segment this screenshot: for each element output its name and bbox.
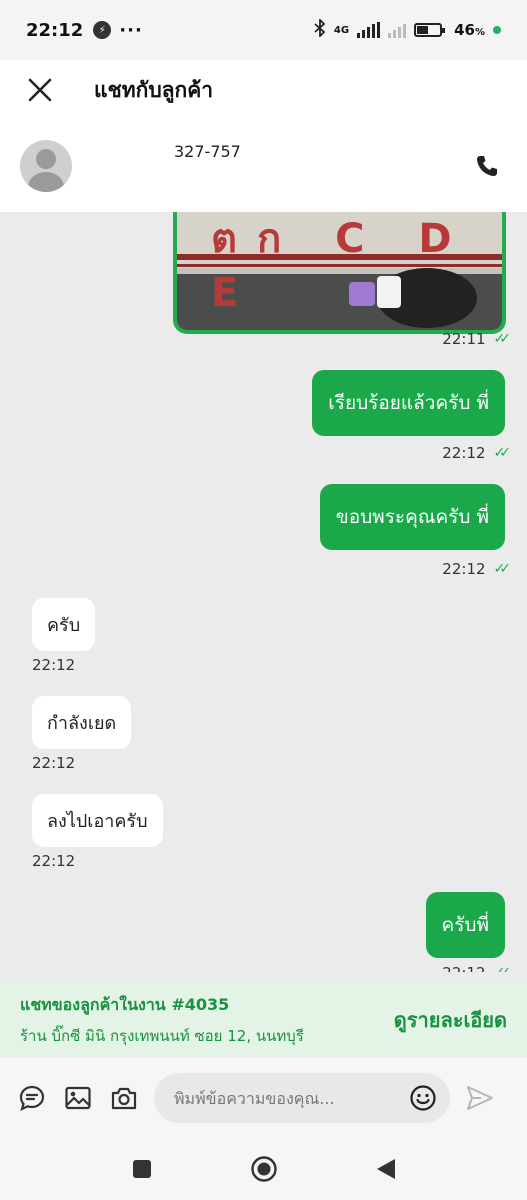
send-icon — [467, 1086, 493, 1110]
chat-messages[interactable]: ตก C D E 22:11 ✓✓ เรียบร้อยแล้วครับ พี่ 2… — [0, 212, 527, 972]
close-button[interactable] — [0, 60, 80, 120]
phone-icon — [477, 156, 497, 176]
nav-home-button[interactable] — [249, 1154, 279, 1184]
job-title: แชทของลูกค้าในงาน #4035 — [20, 994, 230, 1014]
message-input[interactable] — [174, 1088, 408, 1108]
privacy-dot — [493, 26, 501, 34]
message-time: 22:11 ✓✓ — [442, 330, 512, 348]
signal-icon — [357, 22, 381, 38]
message-time: 22:12✓✓ — [442, 444, 512, 462]
message-time: 22:12 — [32, 754, 76, 772]
signal-secondary-icon — [388, 22, 407, 38]
contact-row: 327-757 — [0, 120, 527, 212]
network-type: 4G — [333, 24, 350, 36]
read-ticks-icon: ✓✓ — [493, 445, 512, 461]
message-time: 22:12 — [32, 656, 76, 674]
chat-bubble-icon — [19, 1085, 45, 1112]
message-input-wrapper — [154, 1073, 450, 1123]
read-ticks-icon: ✓✓ — [494, 965, 512, 972]
emoji-icon — [410, 1085, 436, 1111]
nav-recents-button[interactable] — [127, 1154, 157, 1184]
job-banner: แชทของลูกค้าในงาน #4035 ร้าน บิ๊กซี มินิ… — [0, 982, 527, 1058]
quick-reply-button[interactable] — [12, 1078, 52, 1118]
contact-phone: 327-757 — [98, 131, 241, 188]
send-button[interactable] — [460, 1078, 500, 1118]
outgoing-message[interactable]: เรียบร้อยแล้วครับ พี่ — [312, 370, 505, 436]
status-bar: 22:12 ⚡ ··· 4G 46% — [0, 0, 527, 60]
camera-button[interactable] — [104, 1078, 144, 1118]
outgoing-message[interactable]: ขอบพระคุณครับ พี่ — [319, 484, 505, 550]
camera-icon — [111, 1087, 137, 1110]
read-ticks-icon: ✓✓ — [493, 561, 512, 577]
page-title: แชทกับลูกค้า — [94, 77, 214, 102]
nav-home-icon — [250, 1156, 277, 1182]
status-more-dots: ··· — [119, 19, 143, 41]
bluetooth-icon — [314, 17, 326, 41]
nav-back-icon — [376, 1159, 395, 1179]
image-message[interactable]: ตก C D E — [173, 212, 506, 334]
gallery-button[interactable] — [58, 1078, 98, 1118]
messenger-icon: ⚡ — [93, 21, 112, 39]
message-time: 22:12 — [32, 852, 76, 870]
message-time: 22:12✓✓ — [442, 560, 512, 578]
incoming-message[interactable]: ลงไปเอาครับ — [32, 794, 163, 847]
chat-header: แชทกับลูกค้า — [0, 60, 527, 120]
call-button[interactable] — [467, 146, 507, 186]
system-nav-bar — [0, 1138, 527, 1200]
incoming-message[interactable]: กำลังเยด — [32, 696, 132, 749]
battery-level: 46% — [454, 21, 485, 39]
status-time: 22:12 — [26, 19, 84, 41]
close-icon — [28, 78, 52, 102]
incoming-message[interactable]: ครับ — [32, 598, 96, 651]
nav-recents-icon — [132, 1160, 151, 1178]
emoji-button[interactable] — [408, 1083, 438, 1113]
message-composer — [0, 1058, 527, 1138]
view-details-link[interactable]: ดูรายละเอียด — [394, 1004, 507, 1036]
gallery-icon — [65, 1086, 91, 1110]
battery-icon — [414, 23, 446, 37]
nav-back-button[interactable] — [371, 1154, 401, 1184]
read-ticks-icon: ✓✓ — [493, 331, 512, 347]
outgoing-message[interactable]: ครับพี่ — [425, 892, 505, 958]
message-time: 22:12✓✓ — [442, 964, 512, 972]
image-text: ตก C D E — [211, 216, 472, 316]
job-location: ร้าน บิ๊กซี มินิ กรุงเทพนนท์ ซอย 12, นนท… — [20, 1026, 304, 1045]
avatar — [20, 140, 72, 192]
